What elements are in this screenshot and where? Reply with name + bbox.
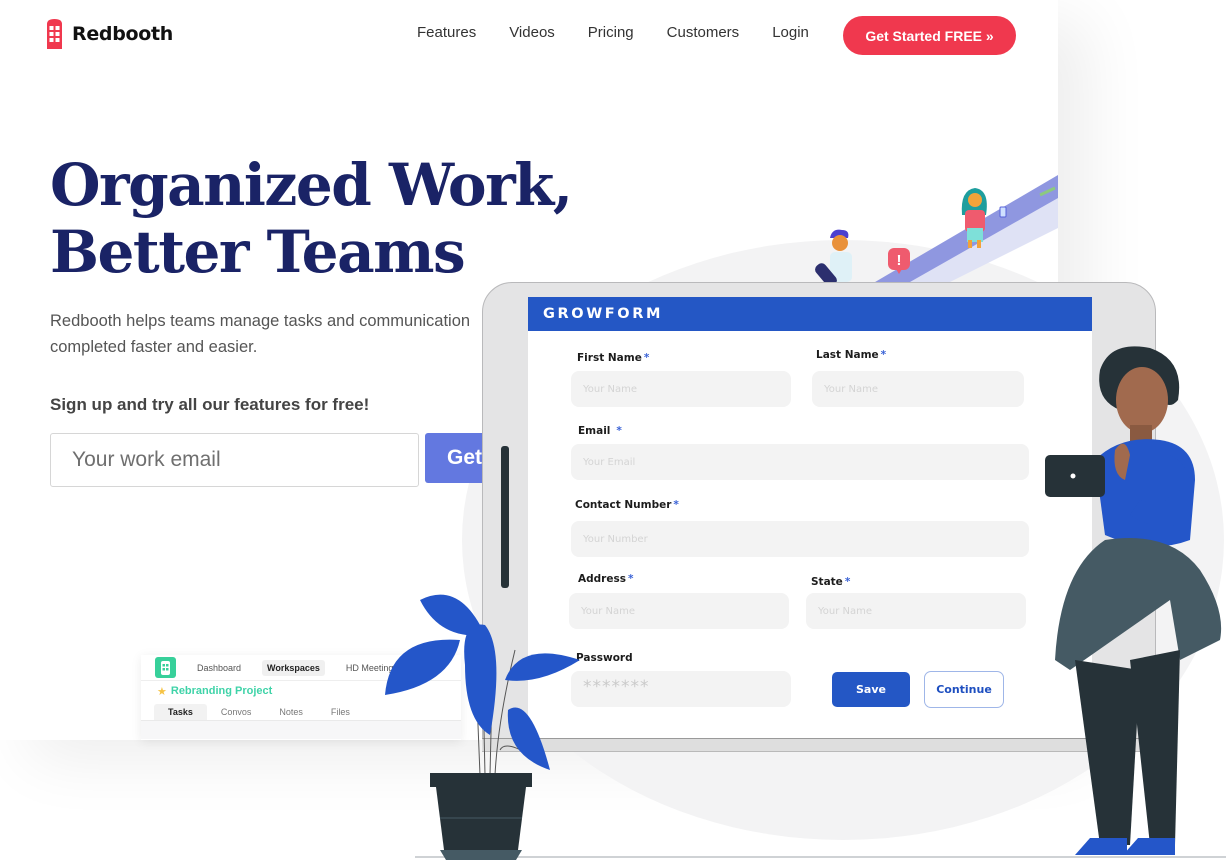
hero-subtitle: Redbooth helps teams manage tasks and co… [50, 312, 471, 356]
get-started-free-button[interactable]: Get Started FREE » [843, 16, 1016, 55]
person-right-shoe [1123, 838, 1175, 855]
site-header: Redbooth Features Videos Pricing Custome… [0, 0, 1058, 70]
required-marker: * [844, 576, 851, 588]
brand-name: Redbooth [72, 23, 174, 45]
tablet-side-button [501, 446, 509, 588]
man-figure [815, 229, 852, 285]
email-label: Email * [578, 425, 622, 437]
password-input[interactable] [571, 671, 791, 707]
required-marker: * [880, 349, 887, 361]
tied-jacket [1055, 538, 1222, 670]
state-input[interactable] [806, 593, 1026, 629]
tab-convos[interactable]: Convos [207, 704, 266, 720]
work-email-input[interactable] [50, 433, 419, 487]
person-left-leg [1075, 660, 1140, 845]
contact-number-label-text: Contact Number [575, 499, 672, 511]
state-label-text: State [811, 576, 843, 588]
nav-videos[interactable]: Videos [509, 24, 555, 41]
person-face [1116, 367, 1168, 433]
tab-notes[interactable]: Notes [265, 704, 317, 720]
required-marker: * [616, 425, 622, 437]
password-label: Password [576, 652, 633, 664]
signup-label: Sign up and try all our features for fre… [50, 395, 370, 414]
app-nav-dashboard[interactable]: Dashboard [192, 660, 246, 676]
main-nav: Features Videos Pricing Customers Login [417, 24, 842, 41]
pot-saucer [440, 850, 522, 860]
email-input[interactable] [571, 444, 1029, 480]
contact-number-label: Contact Number * [575, 499, 679, 511]
growform-card: GROWFORM First Name* Last Name* Email* C… [528, 297, 1092, 738]
potted-plant-illustration [385, 594, 580, 860]
escalator-illustration: ! [815, 175, 1058, 285]
person-right-leg [1130, 650, 1180, 845]
tab-tasks[interactable]: Tasks [154, 704, 207, 720]
nav-pricing[interactable]: Pricing [588, 24, 634, 41]
pot-rim [430, 773, 532, 787]
last-name-label-text: Last Name [816, 349, 879, 361]
hero-title-line-2: Better Teams [50, 218, 466, 286]
brand-logo[interactable]: Redbooth [45, 19, 173, 49]
first-name-input[interactable] [571, 371, 791, 407]
person-left-shoe [1075, 838, 1127, 855]
tab-files[interactable]: Files [317, 704, 364, 720]
first-name-label: First Name * [577, 352, 649, 364]
required-marker: * [627, 573, 634, 585]
project-name: Rebranding Project [170, 685, 273, 697]
address-label: Address * [578, 573, 633, 585]
hero-title-line-1: Organized Work, [50, 151, 573, 219]
first-name-label-text: First Name [577, 352, 642, 364]
plant-leaf [507, 707, 550, 770]
address-input[interactable] [569, 593, 789, 629]
plant-leaf [505, 653, 580, 681]
phone-booth-icon [45, 19, 64, 49]
person-with-tablet-illustration [1045, 346, 1222, 855]
password-label-text: Password [576, 652, 633, 664]
contact-number-input[interactable] [571, 521, 1029, 557]
nav-features[interactable]: Features [417, 24, 476, 41]
required-marker: * [643, 352, 650, 364]
app-nav-workspaces[interactable]: Workspaces [262, 659, 325, 676]
alert-badge-text: ! [897, 252, 902, 269]
save-button[interactable]: Save [832, 672, 910, 707]
hero-title: Organized Work, Better Teams [50, 151, 573, 286]
plant-leaf [385, 639, 460, 695]
app-logo-icon [155, 657, 176, 678]
continue-button[interactable]: Continue [924, 671, 1004, 708]
nav-customers[interactable]: Customers [667, 24, 740, 41]
plant-leaf [464, 624, 497, 735]
required-marker: * [673, 499, 679, 511]
form-title: GROWFORM [528, 297, 1092, 331]
email-label-text: Email [578, 425, 611, 437]
address-label-text: Address [578, 573, 626, 585]
last-name-label: Last Name * [816, 349, 886, 361]
nav-login[interactable]: Login [772, 24, 809, 41]
last-name-input[interactable] [812, 371, 1024, 407]
state-label: State * [811, 576, 850, 588]
star-icon[interactable]: ★ [157, 685, 167, 698]
